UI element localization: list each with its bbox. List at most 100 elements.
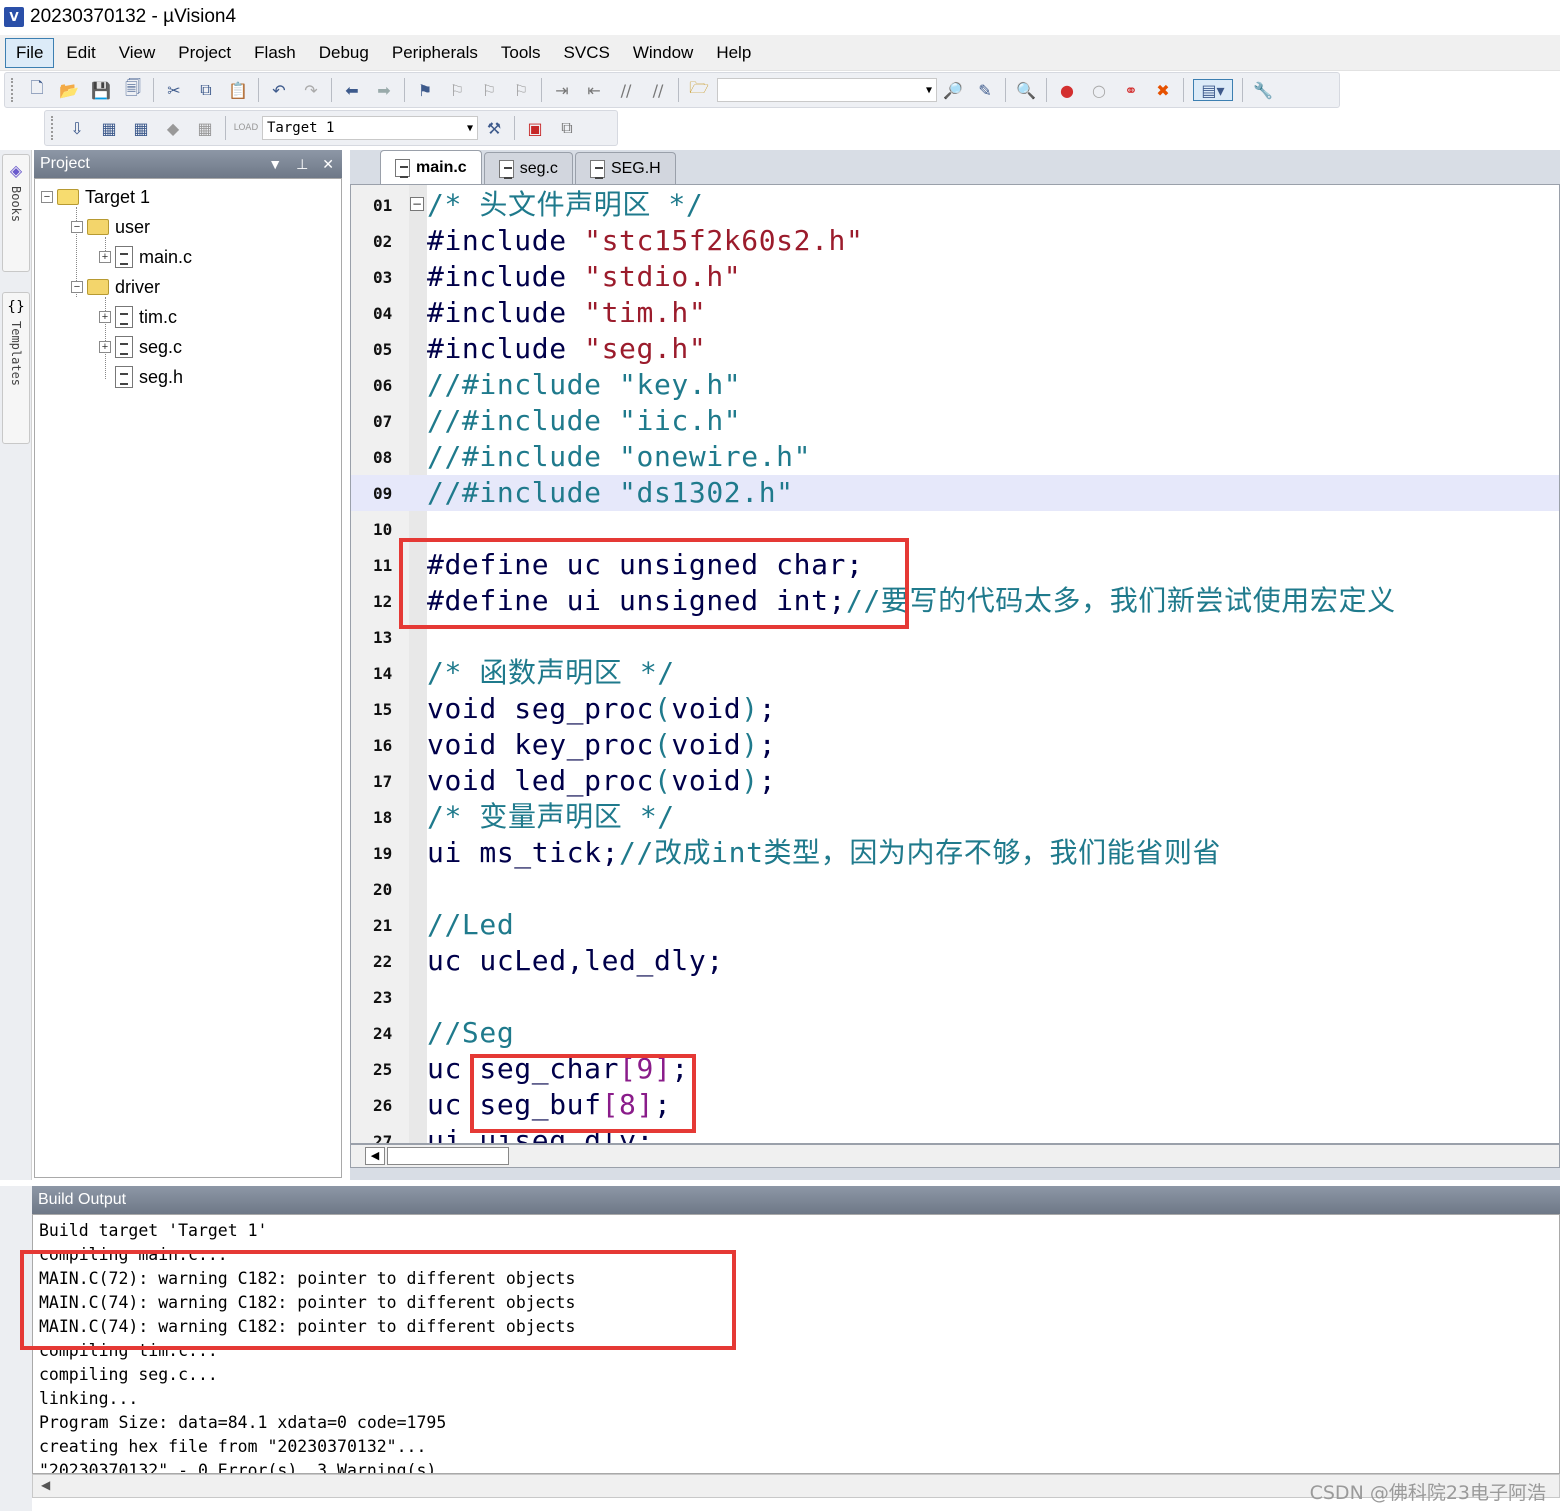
disable-all-breakpoints-icon[interactable]: ⚭ <box>1120 79 1142 101</box>
tree-item-main-c[interactable]: + main.c <box>99 243 192 271</box>
toolbar-grip[interactable] <box>11 78 15 102</box>
find-icon[interactable]: 🔎 <box>942 79 964 101</box>
menu-view[interactable]: View <box>108 38 167 68</box>
breakpoint-icon[interactable]: ● <box>1056 79 1078 101</box>
tree-item-driver[interactable]: − driver <box>71 273 160 301</box>
incremental-find-icon[interactable]: ✎ <box>974 79 996 101</box>
code-line[interactable]: 13 <box>351 619 1559 655</box>
indent-icon[interactable]: ⇥ <box>551 79 573 101</box>
code-line[interactable]: 11 #define uc unsigned char; <box>351 547 1559 583</box>
tree-item-seg-c[interactable]: + seg.c <box>99 333 182 361</box>
scroll-left-icon[interactable]: ◀ <box>365 1147 385 1165</box>
code-line[interactable]: 16 void key_proc(void); <box>351 727 1559 763</box>
prev-bookmark-icon[interactable]: ⚐ <box>446 79 468 101</box>
cut-icon[interactable]: ✂ <box>163 79 185 101</box>
code-line[interactable]: 21 //Led <box>351 907 1559 943</box>
code-line[interactable]: 08 //#include "onewire.h" <box>351 439 1559 475</box>
comment-icon[interactable]: // <box>615 79 637 101</box>
templates-tab[interactable]: {} Templates <box>2 292 30 444</box>
toolbar-grip[interactable] <box>51 116 55 140</box>
open-folder-icon[interactable]: 📂 <box>58 79 80 101</box>
menu-svcs[interactable]: SVCS <box>553 38 621 68</box>
uncomment-icon[interactable]: // <box>647 79 669 101</box>
menu-flash[interactable]: Flash <box>243 38 307 68</box>
manage-components-icon[interactable]: ▣ <box>524 117 546 139</box>
stop-build-icon[interactable]: ▦ <box>194 117 216 139</box>
kill-all-breakpoints-icon[interactable]: ✖ <box>1152 79 1174 101</box>
tab-main-c[interactable]: main.c <box>380 150 482 184</box>
scroll-left-icon[interactable]: ◀ <box>41 1478 50 1492</box>
code-line[interactable]: 22 uc ucLed,led_dly; <box>351 943 1559 979</box>
menu-debug[interactable]: Debug <box>308 38 380 68</box>
next-bookmark-icon[interactable]: ⚐ <box>478 79 500 101</box>
code-line[interactable]: 24 //Seg <box>351 1015 1559 1051</box>
code-line[interactable]: 20 <box>351 871 1559 907</box>
code-editor[interactable]: 01 −/* 头文件声明区 */ 02 #include "stc15f2k60s2.… <box>350 184 1560 1144</box>
tree-item-tim-c[interactable]: + tim.c <box>99 303 177 331</box>
download-load-icon[interactable]: LOAD <box>234 117 259 139</box>
code-line[interactable]: 04 #include "tim.h" <box>351 295 1559 331</box>
menu-project[interactable]: Project <box>167 38 242 68</box>
rebuild-icon[interactable]: ▦ <box>130 117 152 139</box>
panel-dropdown-icon[interactable]: ▼ <box>268 156 282 173</box>
code-line[interactable]: 27 ui uiseg_dly; <box>351 1123 1559 1143</box>
scrollbar-thumb[interactable] <box>387 1147 509 1165</box>
close-icon[interactable]: ✕ <box>322 156 334 173</box>
collapse-icon[interactable]: − <box>41 191 53 203</box>
expand-icon[interactable]: + <box>99 341 111 353</box>
batch-build-icon[interactable]: ◆ <box>162 117 184 139</box>
menu-peripherals[interactable]: Peripherals <box>381 38 489 68</box>
redo-icon[interactable]: ↷ <box>300 79 322 101</box>
fold-toggle-icon[interactable]: − <box>410 197 424 211</box>
code-line[interactable]: 10 <box>351 511 1559 547</box>
code-line[interactable]: 18 /* 变量声明区 */ <box>351 799 1559 835</box>
menu-window[interactable]: Window <box>622 38 704 68</box>
tab-seg-c[interactable]: seg.c <box>483 152 573 184</box>
books-tab[interactable]: ◈ Books <box>2 154 30 272</box>
code-line[interactable]: 09 //#include "ds1302.h" <box>351 475 1559 511</box>
code-line[interactable]: 15 void seg_proc(void); <box>351 691 1559 727</box>
copy-icon[interactable]: ⧉ <box>195 79 217 101</box>
window-layout-icon[interactable]: ▤▾ <box>1193 79 1233 101</box>
collapse-icon[interactable]: − <box>71 281 83 293</box>
menu-tools[interactable]: Tools <box>490 38 552 68</box>
target-select[interactable]: Target 1 ▼ <box>262 116 478 140</box>
clear-bookmarks-icon[interactable]: ⚐ <box>510 79 532 101</box>
target-options-icon[interactable]: ⚒ <box>483 117 505 139</box>
debug-session-icon[interactable]: 🔍 <box>1015 79 1037 101</box>
menu-edit[interactable]: Edit <box>55 38 106 68</box>
multi-project-icon[interactable]: ⧉ <box>556 117 578 139</box>
code-line[interactable]: 07 //#include "iic.h" <box>351 403 1559 439</box>
tree-item-user[interactable]: − user <box>71 213 150 241</box>
collapse-icon[interactable]: − <box>71 221 83 233</box>
code-line[interactable]: 25 uc seg_char[9]; <box>351 1051 1559 1087</box>
nav-forward-icon[interactable]: ➡ <box>373 79 395 101</box>
bookmark-icon[interactable]: ⚑ <box>414 79 436 101</box>
horizontal-scrollbar[interactable]: ◀ <box>350 1144 1560 1168</box>
save-icon[interactable]: 💾 <box>90 79 112 101</box>
code-line[interactable]: 12 #define ui unsigned int;//要写的代码太多，我们新尝… <box>351 583 1559 619</box>
disable-breakpoint-icon[interactable]: ○ <box>1088 79 1110 101</box>
find-in-files-icon[interactable]: 🗁 <box>688 78 710 101</box>
configure-icon[interactable]: 🔧 <box>1252 79 1274 101</box>
translate-icon[interactable]: ⇩ <box>66 117 88 139</box>
code-line[interactable]: 23 <box>351 979 1559 1015</box>
save-all-icon[interactable]: 🗐 <box>122 78 144 101</box>
code-line[interactable]: 19 ui ms_tick;//改成int类型，因为内存不够，我们能省则省 <box>351 835 1559 871</box>
code-line[interactable]: 17 void led_proc(void); <box>351 763 1559 799</box>
code-line[interactable]: 26 uc seg_buf[8]; <box>351 1087 1559 1123</box>
paste-icon[interactable]: 📋 <box>227 79 249 101</box>
unindent-icon[interactable]: ⇤ <box>583 79 605 101</box>
pin-icon[interactable]: ⊥ <box>296 156 308 173</box>
code-line[interactable]: 06 //#include "key.h" <box>351 367 1559 403</box>
code-line[interactable]: 14 /* 函数声明区 */ <box>351 655 1559 691</box>
undo-icon[interactable]: ↶ <box>268 79 290 101</box>
menu-help[interactable]: Help <box>705 38 762 68</box>
code-line[interactable]: 02 #include "stc15f2k60s2.h" <box>351 223 1559 259</box>
tree-item-target[interactable]: − Target 1 <box>41 183 150 211</box>
expand-icon[interactable]: + <box>99 251 111 263</box>
code-line[interactable]: 01 −/* 头文件声明区 */ <box>351 187 1559 223</box>
code-line[interactable]: 05 #include "seg.h" <box>351 331 1559 367</box>
nav-back-icon[interactable]: ⬅ <box>341 79 363 101</box>
menu-file[interactable]: File <box>5 37 55 68</box>
